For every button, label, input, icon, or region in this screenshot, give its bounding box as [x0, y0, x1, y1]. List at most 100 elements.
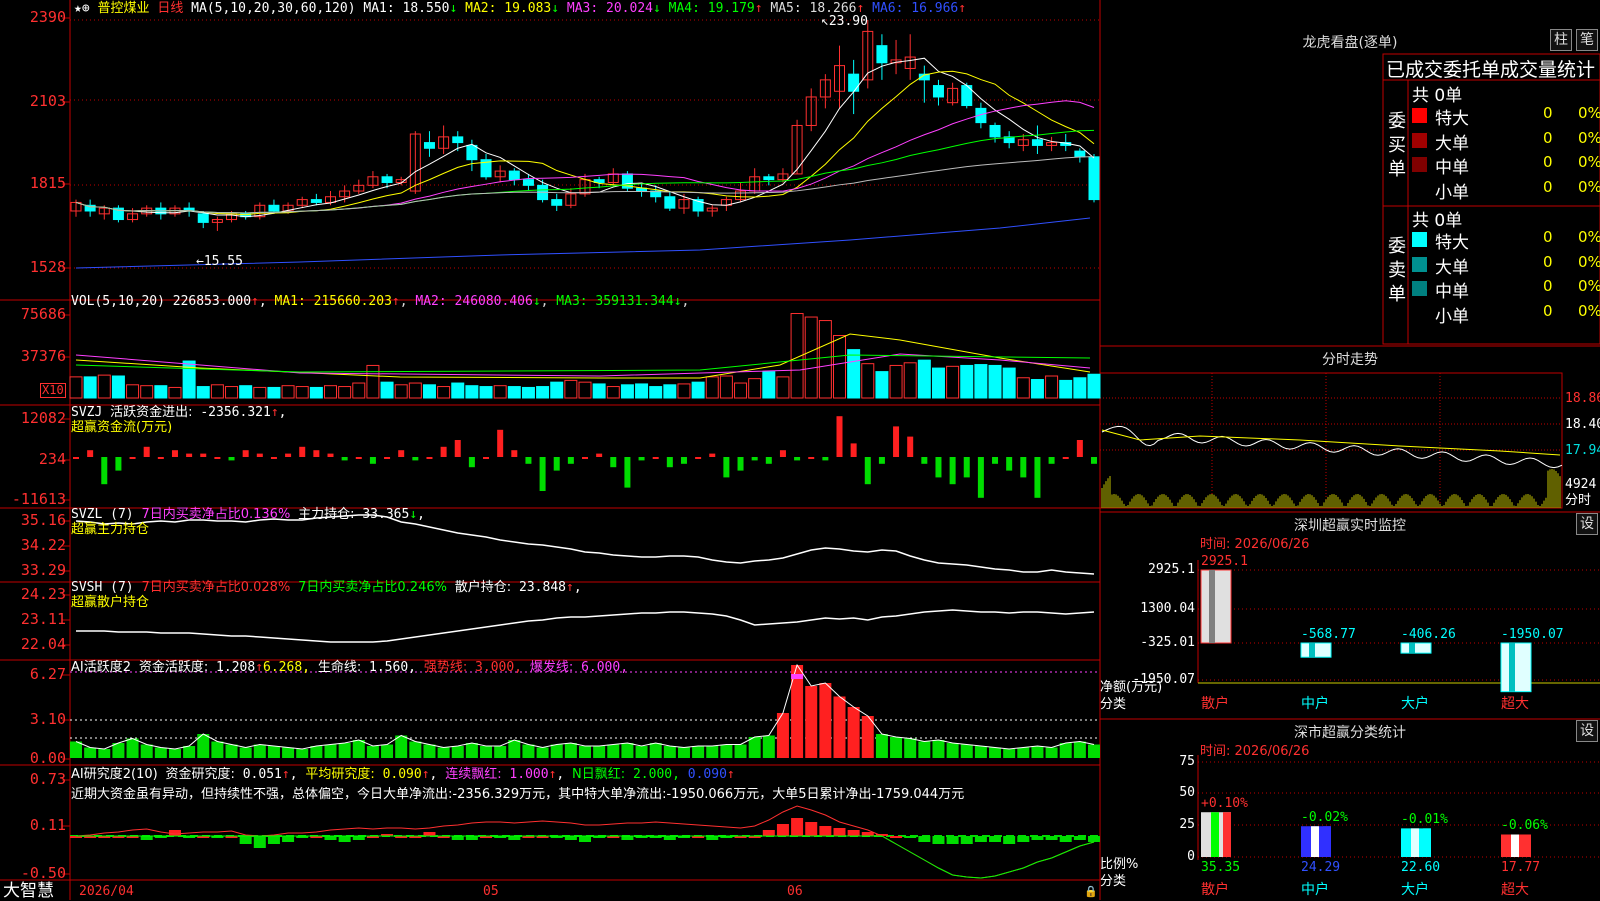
chart-area[interactable]: [0, 0, 1600, 900]
ai-active-bar: [1017, 747, 1030, 758]
sz-monitor-cat-label: 分类: [1100, 697, 1127, 712]
svzj-bar: [1091, 457, 1097, 464]
svzj-bar: [73, 457, 79, 459]
bar-view-button[interactable]: 柱: [1550, 29, 1572, 51]
volume-bar: [776, 376, 790, 399]
kline-ytick-2: 1815: [29, 174, 66, 192]
sz-monitor-cat-2: 大户: [1401, 696, 1429, 712]
svzj-bar: [709, 453, 716, 457]
ai-active-bar: [395, 735, 408, 758]
ai-active-bar: [140, 744, 153, 758]
app-logo: 大智慧: [3, 881, 54, 901]
svsh-ytick-0: 24.23: [20, 585, 66, 603]
volume-bar: [564, 379, 578, 399]
ai-active-bar: [98, 749, 111, 758]
candle-body: [989, 124, 1001, 138]
svzj-bar: [695, 457, 702, 459]
ai-active-bar: [451, 746, 464, 758]
ai-active-bar: [423, 744, 436, 758]
ai-research-bar: [974, 836, 987, 842]
ai-research-v2: 0.090: [382, 767, 422, 782]
ai-active-bar: [621, 743, 634, 758]
ai-active-bar: [635, 746, 648, 758]
star-icon[interactable]: ★: [74, 1, 82, 16]
ai-research-bar: [282, 836, 295, 842]
sell-row-count-2: 0: [1543, 277, 1553, 295]
volume-bar: [366, 364, 380, 399]
svzj-bar: [893, 426, 900, 457]
kline-low-label: ←15.55: [196, 254, 243, 269]
svzj-bar: [497, 429, 504, 457]
svzl-header: SVZL (7) 7日内买卖净占比0.136% 主力持仓: 33.365↓,: [71, 507, 425, 522]
sell-row-swatch-0: [1412, 232, 1427, 247]
svzj-bar: [1020, 457, 1027, 478]
sell-row-count-0: 0: [1543, 228, 1553, 246]
sz-class-cat-0: 散户: [1201, 882, 1229, 898]
svzj-bar: [468, 457, 475, 468]
volume-bar: [493, 385, 507, 399]
ai-research-bar: [946, 836, 959, 844]
svzj-bar: [553, 457, 560, 471]
ma-line: [75, 129, 1095, 214]
svzj-bar: [582, 457, 588, 459]
volume-bar: [833, 335, 846, 399]
sz-class-ytick-0: 75: [1179, 754, 1195, 769]
ai-active-bar: [267, 746, 280, 758]
volume-bar: [154, 385, 168, 399]
ai-research-bar: [1059, 836, 1072, 842]
ai-active-bar: [480, 746, 493, 758]
volume-bar: [97, 374, 111, 399]
ai-research-bar: [267, 836, 280, 844]
ai-active-bar: [381, 744, 394, 758]
volume-bar: [691, 381, 705, 399]
volume-bar: [903, 362, 917, 399]
vol-ma-value-2: MA2: 246080.406↓,: [415, 294, 557, 309]
volume-bar: [762, 371, 776, 399]
svzl-ytick-2: 33.29: [20, 561, 66, 579]
svzj-bar: [907, 436, 914, 457]
svsh-v3: 23.848: [519, 580, 566, 595]
candle-body: [664, 196, 676, 209]
sz-class-settings-button[interactable]: 设: [1576, 720, 1598, 742]
svzj-bar: [567, 457, 574, 464]
ai_research-ytick-2: -0.50: [20, 864, 66, 882]
ma-params: MA(5,10,20,30,60,120): [191, 1, 356, 16]
sz-class-pct-0: 35.35: [1201, 860, 1241, 875]
svzl-line: [75, 514, 1095, 575]
sell-row-count-3: 0: [1543, 301, 1553, 320]
sz-monitor-bar-0: [1200, 569, 1232, 644]
svzj-bar: [115, 457, 122, 471]
svzj-bar: [341, 457, 348, 461]
ai-research-bar: [762, 830, 775, 836]
sz-monitor-ytick-1: 1300.04: [1140, 601, 1195, 616]
ai-active-bar: [904, 738, 917, 758]
candle-body: [1074, 150, 1086, 158]
ai-research-bar: [239, 836, 252, 844]
ai-research-bar: [465, 836, 478, 840]
sz-monitor-settings-button[interactable]: 设: [1576, 513, 1598, 535]
period-label[interactable]: 日线: [157, 1, 183, 16]
lock-icon[interactable]: 🔒: [1084, 884, 1098, 899]
svzl-sub: 超赢主力持仓: [71, 522, 150, 537]
buy-row-pct-3: 0%: [1578, 177, 1600, 196]
sz-class-bar-mid-3: [1511, 834, 1519, 857]
ai-research-bar: [805, 822, 818, 836]
ai-active-bar: [126, 738, 139, 758]
volume-bar: [394, 384, 408, 399]
ai-research-bar: [451, 836, 464, 840]
ai-active-bar: [282, 747, 295, 758]
ai-research-comment: 近期大资金虽有异动，但持续性不强，总体偏空，今日大单净流出:-2356.329万…: [71, 787, 965, 802]
ai-active-bar: [366, 746, 379, 758]
ai_active-ytick-1: 3.10: [29, 710, 66, 728]
ai-active-l5: 爆发线:: [529, 660, 574, 675]
ai-research-v3: 1.000: [509, 767, 549, 782]
ai-research-bar: [960, 836, 973, 844]
sz-class-change-0: +0.10%: [1201, 796, 1248, 812]
volume-bar: [818, 320, 832, 399]
buy-row-swatch-2: [1412, 157, 1427, 172]
tick-view-button[interactable]: 笔: [1576, 29, 1598, 51]
ai-active-bar: [946, 743, 959, 758]
svzj-bar: [299, 446, 306, 457]
ai-research-bar: [989, 836, 1002, 842]
svzj-bar: [794, 457, 801, 461]
